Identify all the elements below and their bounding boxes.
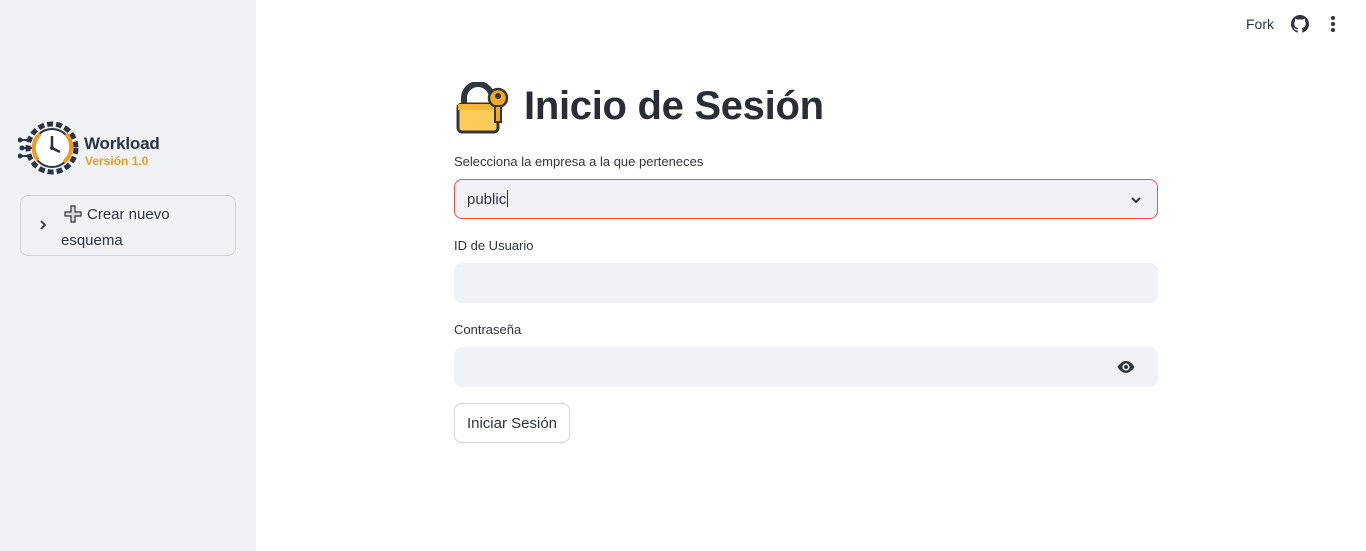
company-select[interactable]: public <box>454 179 1158 219</box>
eye-icon[interactable] <box>1116 359 1136 375</box>
lock-with-key-icon <box>456 82 509 134</box>
fork-link[interactable]: Fork <box>1246 16 1274 32</box>
github-icon[interactable] <box>1291 15 1309 33</box>
user-id-input[interactable] <box>454 263 1158 303</box>
password-label: Contraseña <box>454 322 522 337</box>
create-schema-expander[interactable]: Crear nuevo esquema <box>20 195 236 256</box>
company-select-value: public <box>467 191 507 208</box>
page-header: Inicio de Sesión <box>454 80 1158 138</box>
clock-gear-icon <box>18 121 79 175</box>
chevron-down-icon[interactable] <box>1129 193 1143 207</box>
expander-label: Crear nuevo esquema <box>61 206 170 249</box>
text-cursor <box>507 190 509 207</box>
chevron-right-icon <box>40 220 47 230</box>
app-logo: Workload Versión 1.0 <box>18 118 168 180</box>
user-id-label: ID de Usuario <box>454 238 534 253</box>
password-input[interactable] <box>454 347 1158 387</box>
logo-version: Versión 1.0 <box>85 154 149 168</box>
sidebar: Workload Versión 1.0 Crear nuevo esquema <box>0 0 256 551</box>
company-select-label: Selecciona la empresa a la que pertenece… <box>454 154 704 169</box>
page-title: Inicio de Sesión <box>524 84 824 128</box>
login-button[interactable]: Iniciar Sesión <box>454 403 570 443</box>
more-vertical-icon[interactable] <box>1325 14 1341 34</box>
logo-title: Workload <box>84 134 160 153</box>
